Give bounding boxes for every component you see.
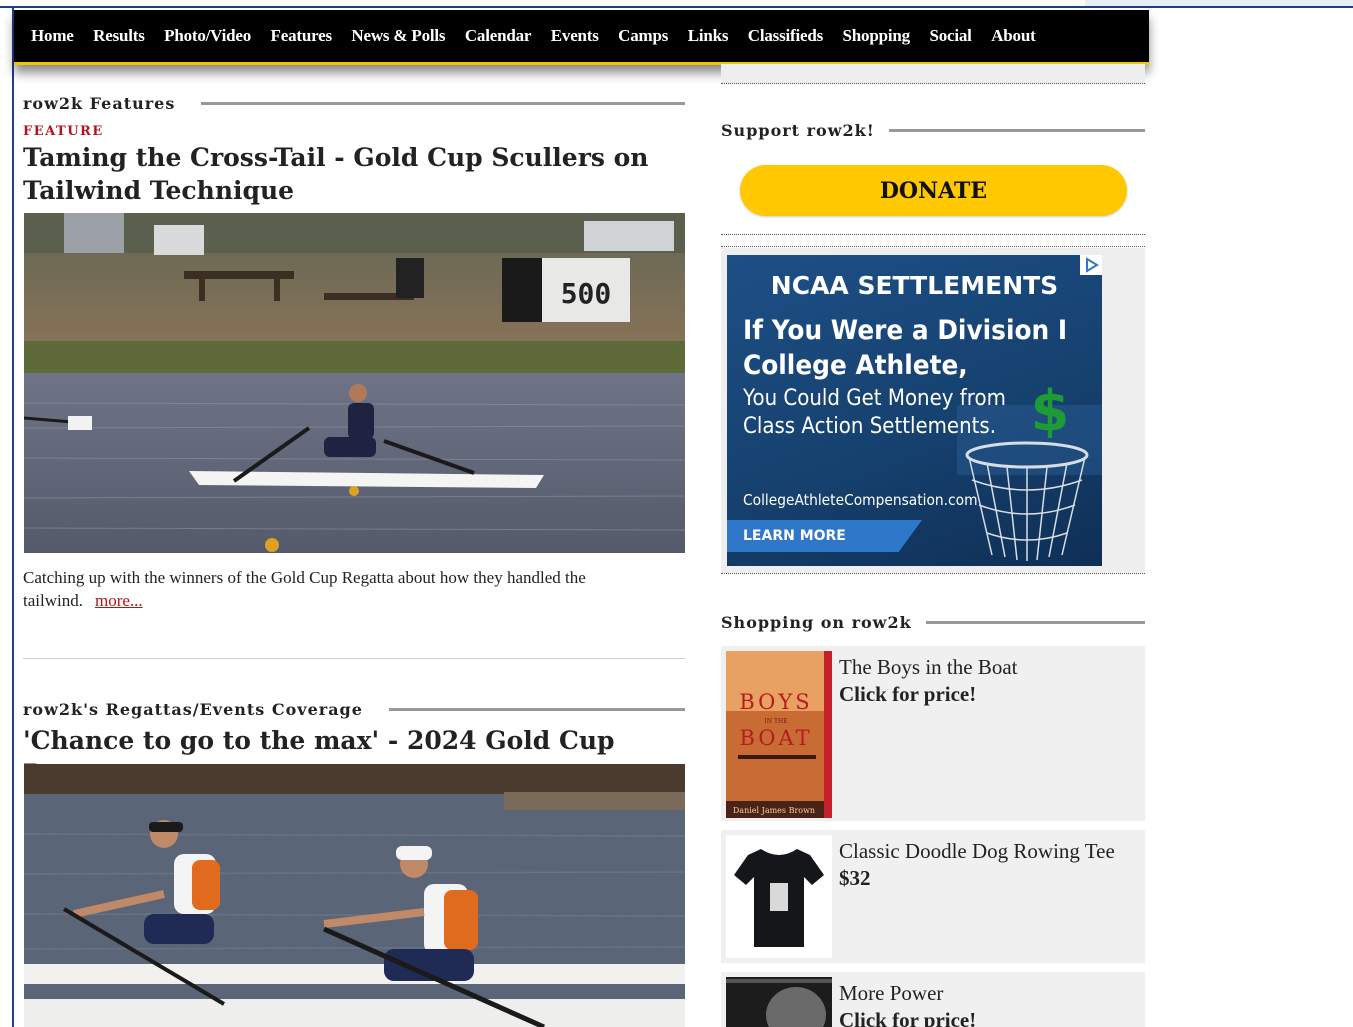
nav-item-classifieds[interactable]: Classifieds (748, 26, 823, 46)
heading-rule (388, 707, 685, 711)
feature-teaser: Catching up with the winners of the Gold… (23, 566, 688, 612)
heading-rule (201, 101, 685, 105)
support-section-heading: Support row2k! (721, 120, 1145, 140)
sidebar-divider (721, 573, 1145, 574)
nav-item-news-polls[interactable]: News & Polls (351, 26, 445, 46)
ad-headline: If You Were a Division I College Athlete… (743, 313, 1067, 383)
ad-url: CollegeAthleteCompensation.com (743, 491, 978, 509)
book-cover-art (726, 977, 832, 1027)
section-divider (23, 658, 685, 659)
svg-text:$: $ (1031, 380, 1070, 438)
support-heading-text: Support row2k! (721, 120, 875, 140)
coverage-photo-image (24, 764, 685, 1027)
ad-subtext: You Could Get Money from Class Action Se… (743, 385, 1006, 441)
donate-button[interactable]: DONATE (740, 165, 1127, 216)
nav-item-shopping[interactable]: Shopping (843, 26, 911, 46)
tee-image[interactable] (726, 835, 832, 958)
nav-item-calendar[interactable]: Calendar (465, 26, 532, 46)
ad-learn-more-button[interactable]: LEARN MORE (727, 520, 922, 552)
feature-photo-image: 500 (24, 213, 685, 553)
book-cover-image[interactable] (726, 977, 832, 1027)
shop-item-price[interactable]: $32 (839, 865, 1139, 892)
shop-item-doodle-dog-tee[interactable]: Classic Doodle Dog Rowing Tee $32 (721, 830, 1145, 963)
sidebar-top-bar (721, 64, 1145, 84)
feature-headline[interactable]: Taming the Cross-Tail - Gold Cup Sculler… (23, 141, 688, 207)
feature-kicker: FEATURE (23, 124, 104, 139)
ad-subtext-line2: Class Action Settlements. (743, 414, 997, 439)
cover-title-in-the: IN THE (764, 718, 787, 725)
ad-title: NCAA SETTLEMENTS (770, 271, 1059, 300)
sidebar-divider (721, 234, 1145, 235)
tshirt-icon (734, 849, 824, 947)
shop-item-name[interactable]: The Boys in the Boat (839, 655, 1017, 679)
nav-item-features[interactable]: Features (271, 26, 333, 46)
coverage-section-heading: row2k's Regattas/Events Coverage (23, 698, 685, 720)
nav-item-home[interactable]: Home (31, 26, 74, 46)
cover-title-boys: BOYS (739, 690, 812, 714)
ad-headline-line2: College Athlete, (743, 350, 968, 381)
cover-author: Daniel James Brown (733, 806, 815, 815)
top-rule (0, 0, 1353, 8)
shop-item-price[interactable]: Click for price! (839, 1007, 1139, 1027)
distance-marker: 500 (561, 277, 612, 310)
coverage-photo[interactable] (24, 764, 685, 1027)
heading-rule (888, 128, 1145, 132)
sidebar-divider (721, 246, 1145, 247)
ad-subtext-line1: You Could Get Money from (743, 386, 1006, 411)
shop-item-details: More Power Click for price! (839, 980, 1139, 1027)
nav-item-links[interactable]: Links (688, 26, 729, 46)
shop-item-details: Classic Doodle Dog Rowing Tee $32 (839, 838, 1139, 892)
shop-item-name[interactable]: More Power (839, 981, 943, 1005)
shop-item-more-power[interactable]: More Power Click for price! (721, 972, 1145, 1027)
feature-photo[interactable]: 500 (24, 213, 685, 553)
features-section-heading: row2k Features (23, 92, 685, 114)
features-heading-text: row2k Features (23, 93, 176, 113)
shop-item-price[interactable]: Click for price! (839, 681, 1139, 708)
nav-item-social[interactable]: Social (929, 26, 971, 46)
top-line (0, 6, 1353, 8)
shop-item-details: The Boys in the Boat Click for price! (839, 654, 1139, 708)
heading-rule (925, 620, 1145, 624)
shopping-section-heading: Shopping on row2k (721, 612, 1145, 632)
more-link[interactable]: more... (95, 591, 143, 610)
book-cover-image[interactable]: BOYS IN THE BOAT Daniel James Brown (726, 651, 832, 818)
cover-title-boat: BOAT (739, 726, 812, 750)
shopping-heading-text: Shopping on row2k (721, 612, 912, 632)
left-border (12, 8, 14, 1027)
nav-item-about[interactable]: About (991, 26, 1036, 46)
book-cover-art: BOYS IN THE BOAT Daniel James Brown (726, 651, 832, 818)
main-nav: Home Results Photo/Video Features News &… (14, 10, 1149, 65)
nav-item-results[interactable]: Results (93, 26, 145, 46)
nav-item-camps[interactable]: Camps (618, 26, 668, 46)
shop-item-name[interactable]: Classic Doodle Dog Rowing Tee (839, 839, 1115, 863)
dollar-sign-icon: $ (1031, 380, 1070, 438)
ad-banner[interactable]: NCAA SETTLEMENTS If You Were a Division … (727, 255, 1102, 566)
coverage-heading-text: row2k's Regattas/Events Coverage (23, 699, 363, 719)
ad-headline-line1: If You Were a Division I (743, 315, 1068, 346)
nav-item-events[interactable]: Events (551, 26, 599, 46)
shop-item-boys-in-the-boat[interactable]: BOYS IN THE BOAT Daniel James Brown The … (721, 646, 1145, 821)
nav-item-photo-video[interactable]: Photo/Video (164, 26, 251, 46)
